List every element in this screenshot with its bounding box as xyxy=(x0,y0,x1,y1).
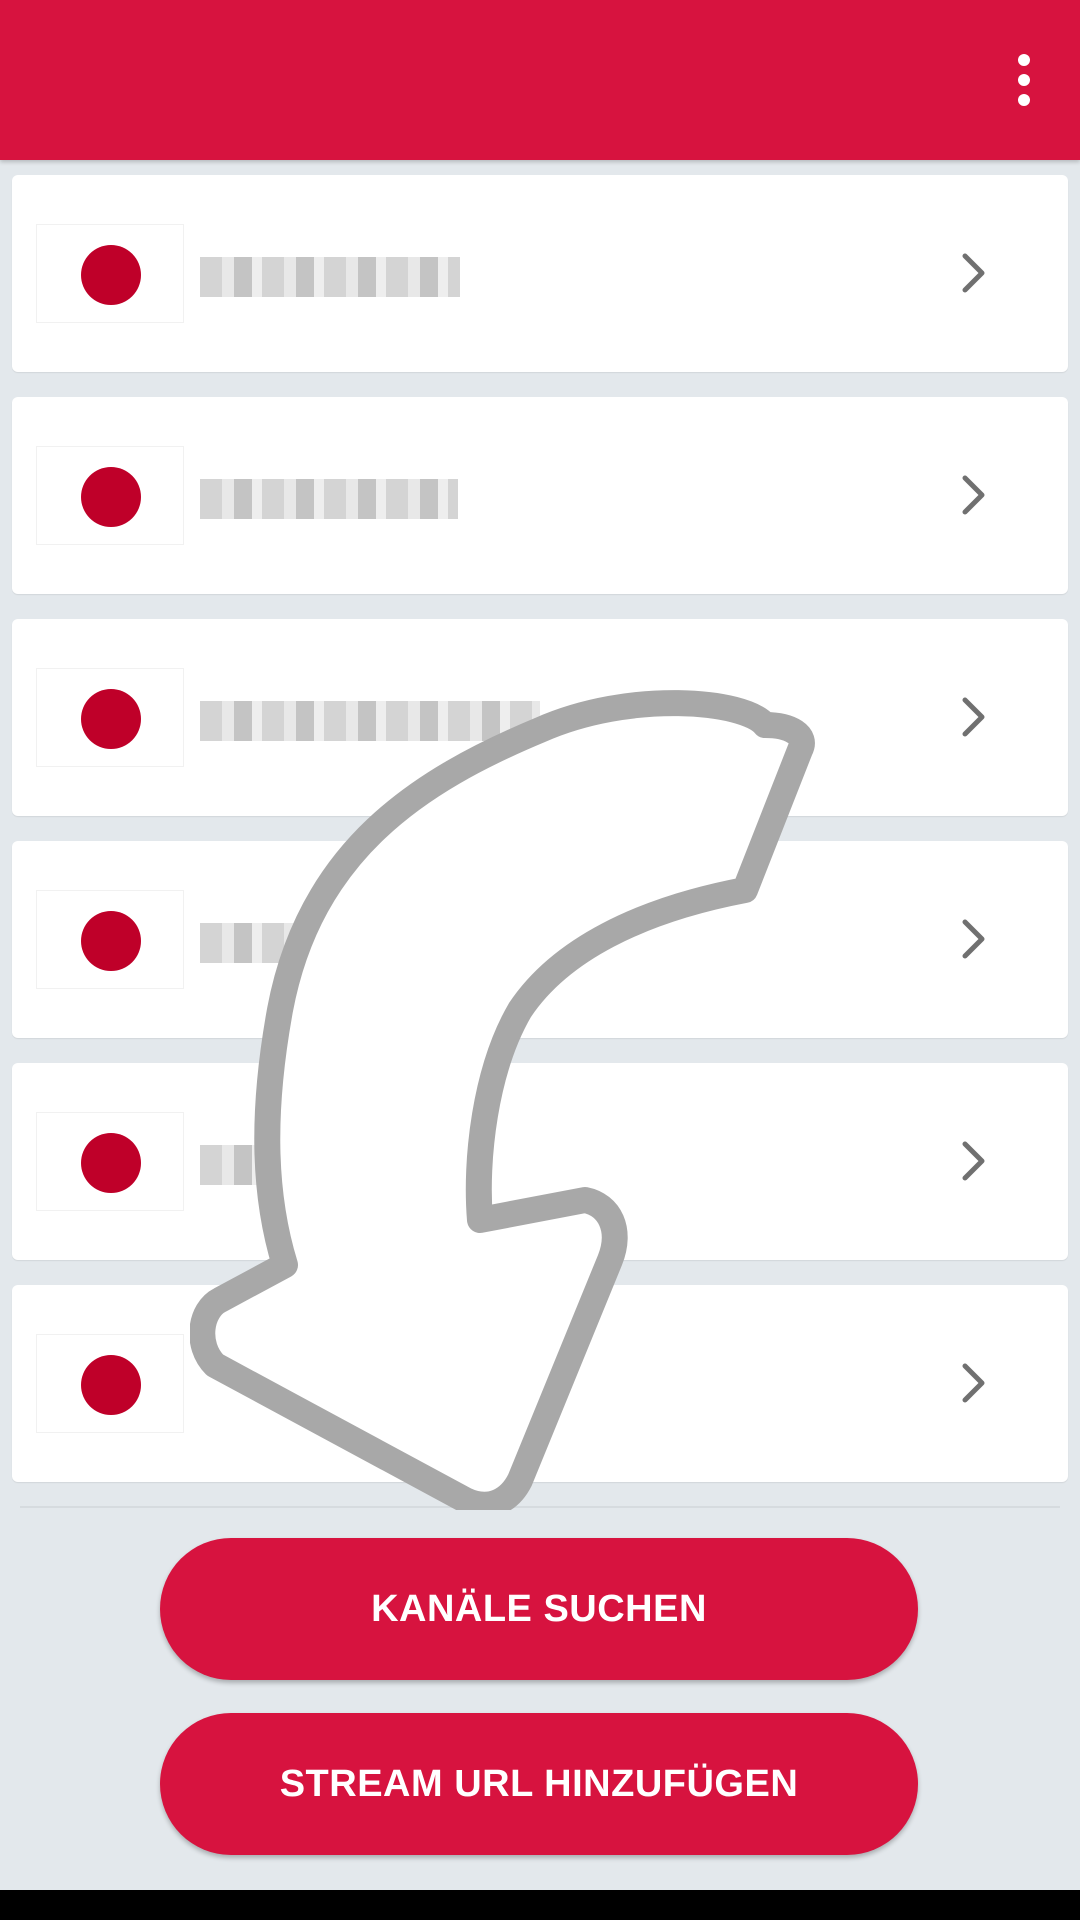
blurred-channel-name xyxy=(200,257,460,297)
japan-flag-icon xyxy=(36,446,184,545)
flag-sun xyxy=(81,467,141,527)
flag-sun xyxy=(81,689,141,749)
add-stream-url-button[interactable]: STREAM URL HINZUFÜGEN xyxy=(160,1713,918,1855)
chevron-right-icon xyxy=(962,919,985,959)
flag-sun xyxy=(81,1133,141,1193)
flag-sun xyxy=(81,911,141,971)
menu-dot xyxy=(1018,54,1030,66)
channel-list xyxy=(12,175,1068,1507)
chevron-right-icon xyxy=(962,475,985,515)
channel-row[interactable] xyxy=(12,397,1068,594)
flag-sun xyxy=(81,245,141,305)
flag-sun xyxy=(81,1355,141,1415)
blurred-channel-name xyxy=(200,1145,260,1185)
search-channels-button[interactable]: KANÄLE SUCHEN xyxy=(160,1538,918,1680)
channel-row[interactable] xyxy=(12,1063,1068,1260)
app-bar xyxy=(0,0,1080,160)
chevron-right-icon xyxy=(962,1141,985,1181)
list-divider xyxy=(20,1506,1060,1508)
japan-flag-icon xyxy=(36,890,184,989)
channel-row[interactable] xyxy=(12,1285,1068,1482)
chevron-right-icon xyxy=(962,1363,985,1403)
more-vert-icon[interactable] xyxy=(994,40,1054,120)
japan-flag-icon xyxy=(36,1112,184,1211)
japan-flag-icon xyxy=(36,668,184,767)
blurred-channel-name xyxy=(200,701,540,741)
menu-dot xyxy=(1018,94,1030,106)
japan-flag-icon xyxy=(36,224,184,323)
system-nav-bar xyxy=(0,1890,1080,1920)
app-screen: KANÄLE SUCHEN STREAM URL HINZUFÜGEN xyxy=(0,0,1080,1920)
blurred-channel-name xyxy=(200,479,458,519)
chevron-right-icon xyxy=(962,253,985,293)
japan-flag-icon xyxy=(36,1334,184,1433)
channel-row[interactable] xyxy=(12,841,1068,1038)
chevron-right-icon xyxy=(962,697,985,737)
channel-row[interactable] xyxy=(12,619,1068,816)
blurred-channel-name xyxy=(200,923,310,963)
channel-row[interactable] xyxy=(12,175,1068,372)
menu-dot xyxy=(1018,74,1030,86)
